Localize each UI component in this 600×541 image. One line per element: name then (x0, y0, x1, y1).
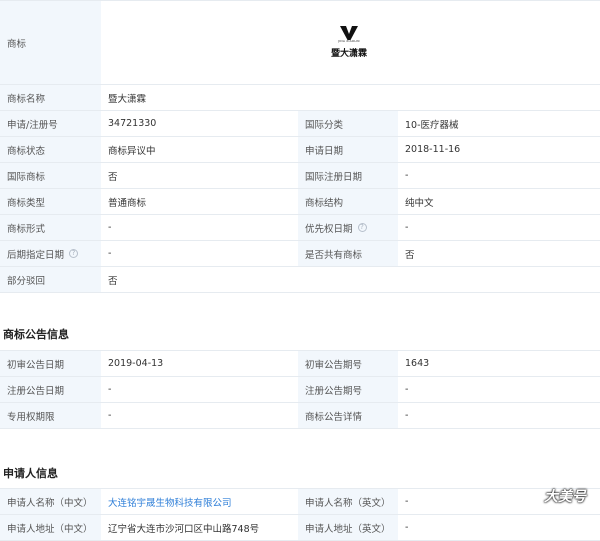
label-reg-announce-date: 注册公告日期 (0, 377, 101, 402)
value-partial-rejection: 否 (101, 267, 600, 292)
value-applicant-address-cn: 辽宁省大连市沙河口区中山路748号 (101, 515, 298, 540)
help-icon[interactable]: ? (357, 223, 367, 232)
announcement-table: 初审公告日期 2019-04-13 初审公告期号 1643 注册公告日期 - 注… (0, 350, 600, 429)
label-later-designation-date: 后期指定日期 (7, 249, 65, 261)
table-row: 商标状态 商标异议中 申请日期 2018-11-16 (0, 137, 600, 163)
applicant-name-link[interactable]: 大连铭宇晟生物科技有限公司 (108, 495, 232, 509)
label-trademark-structure: 商标结构 (298, 189, 398, 214)
value-exclusive-right-period: - (101, 403, 298, 428)
value-applicant-address-en: - (398, 515, 600, 540)
label-applicant-name-cn: 申请人名称（中文） (0, 489, 101, 514)
label-trademark-form: 商标形式 (0, 215, 101, 240)
value-later-designation-date: - (101, 241, 298, 266)
logo-v-mark-icon (340, 26, 358, 40)
applicant-table: 申请人名称（中文） 大连铭宇晟生物科技有限公司 申请人名称（英文） - 申请人地… (0, 488, 600, 541)
value-trademark-status: 商标异议中 (101, 137, 298, 162)
value-application-date: 2018-11-16 (398, 137, 600, 162)
label-trademark: 商标 (0, 1, 101, 84)
value-reg-announce-issue: - (398, 377, 600, 402)
logo-tagline: JIDA XIAOLIN (338, 39, 360, 43)
trademark-basic-table: 商标 JIDA XIAOLIN 暨大潇霖 商标名称 暨大潇霖 申请/注册号 34… (0, 0, 600, 293)
value-intl-class: 10-医疗器械 (398, 111, 600, 136)
table-row: 商标形式 - 优先权日期 ? - (0, 215, 600, 241)
label-priority-date: 优先权日期 (305, 223, 353, 235)
label-later-designation-cell: 后期指定日期 ? (0, 241, 101, 266)
value-trademark-name: 暨大潇霖 (101, 85, 600, 110)
value-intl-registration-date: - (398, 163, 600, 188)
value-prelim-announce-date: 2019-04-13 (101, 351, 298, 376)
table-row: 专用权期限 - 商标公告详情 - (0, 403, 600, 429)
help-icon[interactable]: ? (69, 249, 79, 258)
table-row: 申请人地址（中文） 辽宁省大连市沙河口区中山路748号 申请人地址（英文） - (0, 515, 600, 541)
table-row: 申请/注册号 34721330 国际分类 10-医疗器械 (0, 111, 600, 137)
table-row: 申请人名称（中文） 大连铭宇晟生物科技有限公司 申请人名称（英文） - (0, 489, 600, 515)
label-intl-trademark: 国际商标 (0, 163, 101, 188)
table-row: 后期指定日期 ? - 是否共有商标 否 (0, 241, 600, 267)
watermark: 大美号 (544, 489, 586, 505)
table-row: 国际商标 否 国际注册日期 - (0, 163, 600, 189)
value-intl-trademark: 否 (101, 163, 298, 188)
label-intl-registration-date: 国际注册日期 (298, 163, 398, 188)
table-row: 商标类型 普通商标 商标结构 纯中文 (0, 189, 600, 215)
label-trademark-status: 商标状态 (0, 137, 101, 162)
table-row: 初审公告日期 2019-04-13 初审公告期号 1643 (0, 351, 600, 377)
label-intl-class: 国际分类 (298, 111, 398, 136)
section-title-announcement: 商标公告信息 (3, 328, 69, 341)
label-trademark-type: 商标类型 (0, 189, 101, 214)
value-trademark-type: 普通商标 (101, 189, 298, 214)
table-row: 注册公告日期 - 注册公告期号 - (0, 377, 600, 403)
value-priority-date: - (398, 215, 600, 240)
table-row: 商标 JIDA XIAOLIN 暨大潇霖 (0, 1, 600, 85)
label-applicant-name-en: 申请人名称（英文） (298, 489, 398, 514)
label-priority-date-cell: 优先权日期 ? (298, 215, 398, 240)
label-prelim-announce-date: 初审公告日期 (0, 351, 101, 376)
label-applicant-address-en: 申请人地址（英文） (298, 515, 398, 540)
label-reg-announce-issue: 注册公告期号 (298, 377, 398, 402)
label-shared-trademark: 是否共有商标 (298, 241, 398, 266)
table-row: 部分驳回 否 (0, 267, 600, 293)
value-applicant-name-cn-cell: 大连铭宇晟生物科技有限公司 (101, 489, 298, 514)
label-application-date: 申请日期 (298, 137, 398, 162)
value-application-number: 34721330 (101, 111, 298, 136)
section-title-applicant: 申请人信息 (3, 467, 58, 480)
trademark-image-cell: JIDA XIAOLIN 暨大潇霖 (101, 1, 600, 84)
label-trademark-name: 商标名称 (0, 85, 101, 110)
value-trademark-structure: 纯中文 (398, 189, 600, 214)
trademark-logo[interactable]: JIDA XIAOLIN 暨大潇霖 (319, 12, 379, 73)
label-partial-rejection: 部分驳回 (0, 267, 101, 292)
label-applicant-address-cn: 申请人地址（中文） (0, 515, 101, 540)
value-trademark-form: - (101, 215, 298, 240)
label-application-number: 申请/注册号 (0, 111, 101, 136)
value-announce-details: - (398, 403, 600, 428)
label-announce-details: 商标公告详情 (298, 403, 398, 428)
label-exclusive-right-period: 专用权期限 (0, 403, 101, 428)
label-prelim-announce-issue: 初审公告期号 (298, 351, 398, 376)
logo-name: 暨大潇霖 (330, 49, 367, 59)
value-prelim-announce-issue: 1643 (398, 351, 600, 376)
table-row: 商标名称 暨大潇霖 (0, 85, 600, 111)
value-reg-announce-date: - (101, 377, 298, 402)
value-shared-trademark: 否 (398, 241, 600, 266)
